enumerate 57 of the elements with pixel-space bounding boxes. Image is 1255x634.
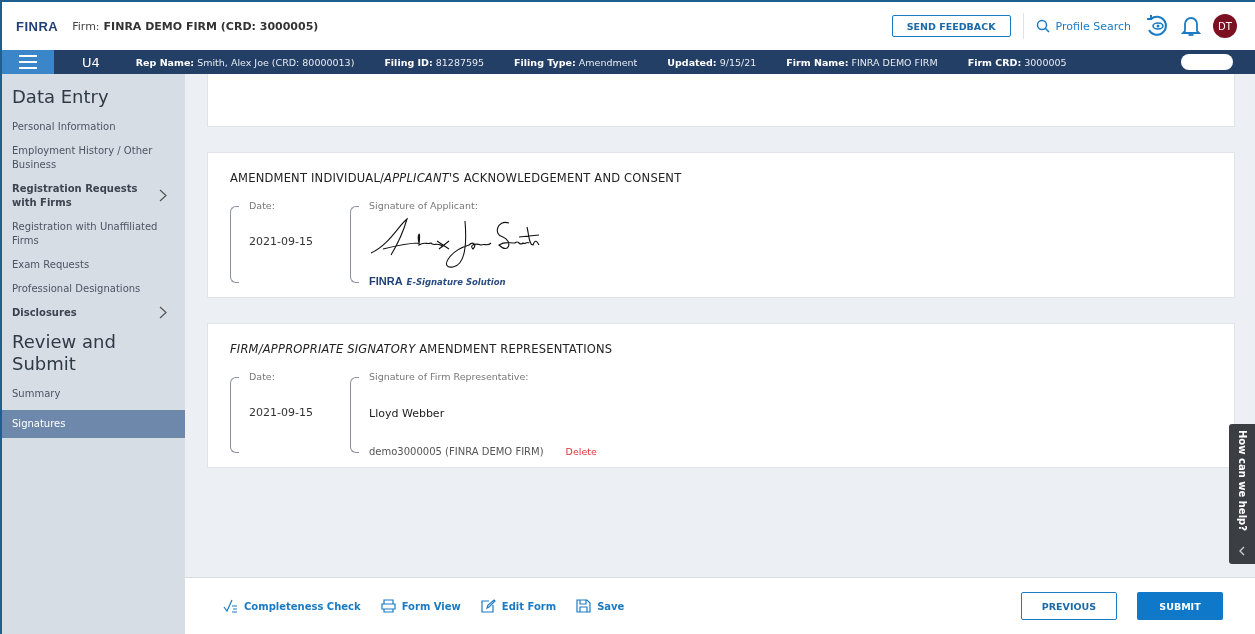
firm-name: FINRA DEMO FIRM (CRD: 3000005) — [103, 19, 319, 33]
bell-icon[interactable] — [1181, 15, 1201, 37]
sidebar-item[interactable]: Signatures — [2, 409, 185, 438]
filing-info: Filing ID: 81287595 — [384, 56, 485, 68]
help-tab[interactable]: How can we help? — [1229, 424, 1255, 564]
date-value: 2021-09-15 — [249, 406, 313, 419]
save-icon — [576, 599, 592, 613]
sidebar-heading: Data Entry — [11, 85, 110, 109]
chevron-right-icon — [159, 189, 167, 202]
sidebar-item[interactable]: Professional Designations — [2, 276, 185, 301]
chevron-right-icon — [159, 306, 167, 319]
sidebar-item[interactable]: Summary — [2, 381, 185, 406]
filing-info: Updated: 9/15/21 — [667, 56, 757, 68]
footer-action[interactable]: Completeness Check — [223, 599, 361, 613]
esignature-caption: E-Signature Solution — [406, 277, 506, 287]
field-label: Signature of Firm Representative: — [369, 371, 530, 382]
send-feedback-button[interactable]: SEND FEEDBACK — [891, 15, 1011, 37]
footer-action[interactable]: Save — [576, 599, 625, 613]
date-value: 2021-09-15 — [249, 235, 313, 248]
submit-button[interactable]: SUBMIT — [1137, 592, 1223, 620]
sidebar-item[interactable]: Registration with Unaffiliated Firms — [2, 214, 185, 253]
print-icon — [380, 599, 396, 613]
filing-info: Firm CRD: 3000005 — [967, 56, 1067, 68]
sidebar-item[interactable]: Employment History / Other Business — [2, 138, 185, 177]
menu-icon — [19, 55, 37, 69]
filing-info: Rep Name: Smith, Alex Joe (CRD: 80000013) — [135, 56, 355, 68]
footer-action[interactable]: Edit Form — [480, 599, 557, 613]
firm-label: Firm: — [72, 19, 100, 33]
filing-info: Filing Type: Amendment — [514, 56, 638, 68]
account-text: demo3000005 (FINRA DEMO FIRM) — [369, 446, 544, 457]
field-label: Date: — [249, 200, 276, 211]
field-label: Signature of Applicant: — [369, 200, 479, 211]
delete-link[interactable]: Delete — [565, 446, 597, 457]
user-avatar[interactable]: DT — [1213, 14, 1237, 38]
sidebar-item[interactable]: Exam Requests — [2, 252, 185, 277]
history-eye-icon[interactable] — [1145, 15, 1169, 37]
toggle-pill[interactable] — [1181, 54, 1233, 70]
finra-logo: FINRA — [16, 18, 59, 34]
form-name: U4 — [82, 54, 100, 70]
sidebar-item[interactable]: Registration Requests with Firms — [2, 176, 185, 215]
profile-search-link[interactable]: Profile Search — [1035, 19, 1131, 33]
menu-button[interactable] — [2, 50, 54, 74]
chevron-left-icon — [1238, 546, 1246, 556]
previous-button[interactable]: PREVIOUS — [1021, 592, 1117, 620]
section-title: FIRM/APPROPRIATE SIGNATORY AMENDMENT REPRESENTATIONS — [230, 342, 614, 356]
edit-icon — [480, 599, 496, 613]
section-title: AMENDMENT INDIVIDUAL/APPLICANT'S ACKNOWLEDGEMENT AND CONSENT — [230, 171, 683, 185]
footer-action[interactable]: Form View — [380, 599, 461, 613]
field-label: Date: — [249, 371, 276, 382]
search-icon — [1035, 19, 1050, 33]
finra-logo: FINRA — [369, 275, 403, 287]
filing-info: Firm Name: FINRA DEMO FIRM — [786, 56, 938, 68]
sidebar-heading: Review and Submit — [11, 329, 117, 376]
sidebar-item[interactable]: Personal Information — [2, 114, 185, 139]
sidebar-item[interactable]: Disclosures — [2, 300, 185, 325]
signer-name: Lloyd Webber — [369, 407, 446, 420]
check-icon — [223, 599, 238, 613]
